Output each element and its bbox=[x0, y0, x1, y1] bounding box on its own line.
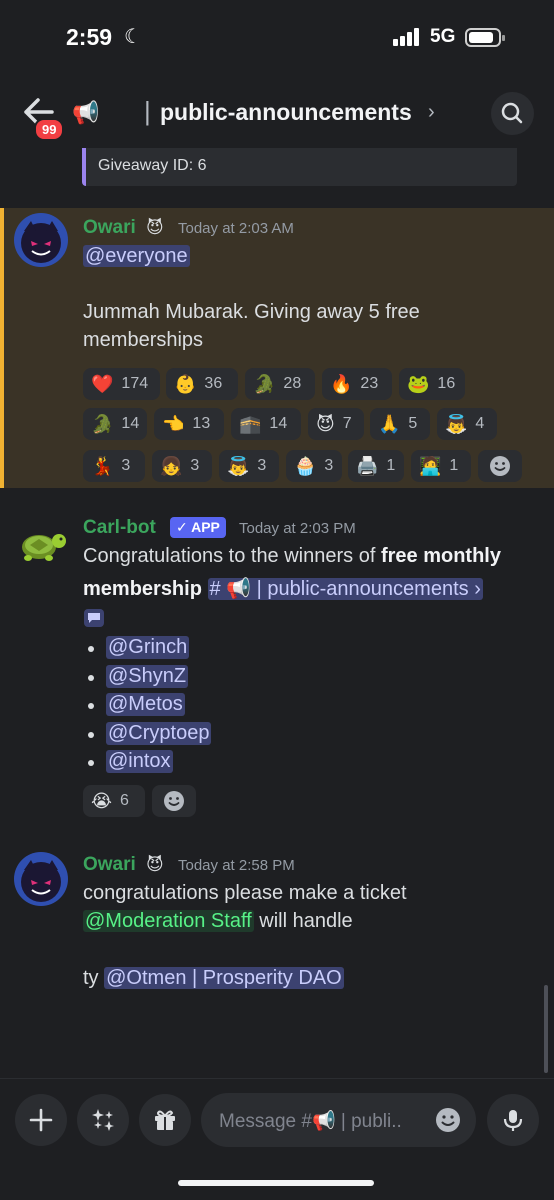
user-mention[interactable]: @ShynZ bbox=[106, 664, 189, 688]
message-text: Jummah Mubarak. Giving away 5 free bbox=[83, 301, 420, 323]
reaction-point[interactable]: 👈 13 bbox=[154, 408, 224, 440]
message-placeholder: Message #📢 | publi.. bbox=[219, 1111, 402, 1132]
message-text: Congratulations to the winners of free m… bbox=[83, 545, 501, 567]
reaction-dancer[interactable]: 💃 3 bbox=[83, 450, 145, 482]
apps-button[interactable] bbox=[77, 1094, 129, 1146]
app-badge: ✓ APP bbox=[170, 517, 226, 538]
add-attachment-button[interactable] bbox=[15, 1094, 67, 1146]
reaction-angel[interactable]: 👼 4 bbox=[437, 408, 497, 440]
author-name[interactable]: Carl-bot bbox=[83, 517, 156, 539]
timestamp: Today at 2:58 PM bbox=[178, 857, 295, 874]
timestamp: Today at 2:03 AM bbox=[178, 220, 294, 237]
signal-icon bbox=[393, 28, 421, 46]
author-name[interactable]: Owari bbox=[83, 217, 136, 239]
gift-icon bbox=[155, 1110, 175, 1130]
channel-title[interactable]: public-announcements bbox=[160, 99, 412, 126]
header-separator: | bbox=[144, 96, 151, 126]
reaction-heart[interactable]: ❤️ 174 bbox=[83, 368, 160, 400]
status-time: 2:59 bbox=[66, 24, 113, 50]
reaction-croc[interactable]: 🐊 28 bbox=[245, 368, 315, 400]
search-button[interactable] bbox=[491, 92, 534, 135]
reaction-girl[interactable]: 👧 3 bbox=[152, 450, 212, 482]
chevron-right-icon[interactable]: › bbox=[428, 101, 435, 124]
search-icon bbox=[501, 102, 523, 124]
megaphone-icon: 📢 bbox=[72, 100, 100, 125]
reaction-fire[interactable]: 🔥 23 bbox=[322, 368, 392, 400]
user-mention[interactable]: @Cryptoep bbox=[106, 721, 212, 745]
role-mention[interactable]: @Moderation Staff bbox=[83, 910, 254, 932]
avatar[interactable] bbox=[14, 515, 68, 569]
message-text: @Moderation Staff will handle bbox=[83, 910, 353, 932]
message-text: memberships bbox=[83, 329, 204, 351]
giveaway-embed: Giveaway ID: 6 bbox=[82, 148, 517, 186]
mention-everyone[interactable]: @everyone bbox=[83, 242, 190, 270]
gift-button[interactable] bbox=[139, 1094, 191, 1146]
battery-icon bbox=[465, 28, 505, 47]
reaction-pray[interactable]: 🙏 5 bbox=[370, 408, 430, 440]
channel-icons: 📢 bbox=[72, 100, 99, 126]
avatar[interactable] bbox=[14, 852, 68, 906]
home-indicator[interactable] bbox=[178, 1180, 374, 1186]
reaction-croc2[interactable]: 🐊 14 bbox=[83, 408, 147, 440]
reaction-cupcake[interactable]: 🧁 3 bbox=[286, 450, 342, 482]
add-reaction-button[interactable] bbox=[152, 785, 196, 817]
user-mention[interactable]: @Otmen | Prosperity DAO bbox=[104, 967, 344, 989]
timestamp: Today at 2:03 PM bbox=[239, 520, 356, 537]
message-text: membership # 📢 | public-announcements › bbox=[83, 578, 483, 600]
smiley-icon bbox=[164, 791, 184, 811]
network-label: 5G bbox=[430, 26, 456, 47]
reaction-angel2[interactable]: 👼 3 bbox=[219, 450, 279, 482]
reaction-devil[interactable]: 😈 7 bbox=[308, 408, 364, 440]
microphone-icon bbox=[503, 1110, 523, 1131]
add-reaction-button[interactable] bbox=[478, 450, 522, 482]
message-text: congratulations please make a ticket bbox=[83, 882, 407, 904]
reaction-sob[interactable]: 😭 6 bbox=[83, 785, 145, 817]
unread-badge: 99 bbox=[34, 118, 65, 141]
role-icon: 😈 bbox=[146, 218, 164, 237]
reaction-printer[interactable]: 🖨️ 1 bbox=[348, 450, 404, 482]
apps-sparkle-icon bbox=[92, 1109, 114, 1131]
voice-message-button[interactable] bbox=[487, 1094, 539, 1146]
user-mention[interactable]: @Grinch bbox=[106, 636, 190, 659]
reaction-coder[interactable]: 🧑‍💻 1 bbox=[411, 450, 471, 482]
reaction-kaaba[interactable]: 🕋 14 bbox=[231, 408, 301, 440]
role-icon: 😈 bbox=[146, 855, 164, 874]
message-text: ty @Otmen | Prosperity DAO bbox=[83, 967, 344, 989]
reaction-baby[interactable]: 👶 36 bbox=[166, 368, 238, 400]
focus-moon-icon: ☾ bbox=[124, 26, 142, 48]
thread-icon[interactable] bbox=[83, 608, 105, 628]
channel-header: 99 📢 | public-announcements › bbox=[0, 80, 554, 148]
smiley-icon bbox=[490, 456, 510, 476]
user-mention[interactable]: @Metos bbox=[106, 693, 185, 716]
scrollbar[interactable] bbox=[544, 985, 548, 1073]
author-name[interactable]: Owari bbox=[83, 854, 136, 876]
emoji-picker-icon[interactable] bbox=[434, 1106, 462, 1134]
reaction-frog[interactable]: 🐸 16 bbox=[399, 368, 465, 400]
embed-footer: Giveaway ID: 6 bbox=[98, 157, 207, 174]
message-input[interactable]: Message #📢 | publi.. bbox=[201, 1093, 476, 1147]
avatar[interactable] bbox=[14, 213, 68, 267]
plus-icon bbox=[29, 1108, 53, 1132]
status-bar: 2:59 ☾ 5G bbox=[0, 0, 554, 70]
user-mention[interactable]: @intox bbox=[106, 750, 173, 773]
channel-link[interactable]: # 📢 | public-announcements › bbox=[207, 578, 483, 600]
